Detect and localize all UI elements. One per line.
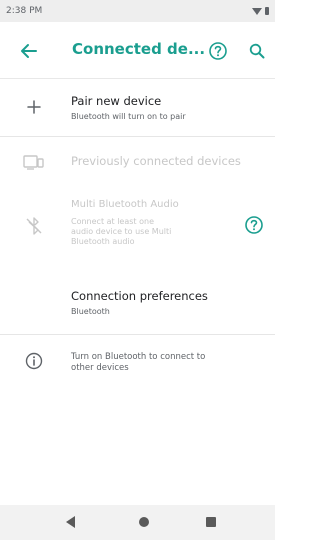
search-icon bbox=[249, 43, 265, 59]
multi-bluetooth-audio-subtitle-line-1: Connect at least one bbox=[71, 217, 154, 226]
help-icon bbox=[209, 42, 227, 60]
arrow-back-icon bbox=[21, 44, 37, 58]
multi-bluetooth-audio-subtitle-line-3: Bluetooth audio bbox=[71, 237, 135, 246]
multi-bluetooth-audio-item[interactable]: Multi Bluetooth Audio Connect at least o… bbox=[0, 188, 275, 266]
help-icon bbox=[245, 216, 263, 234]
pair-new-device-subtitle: Bluetooth will turn on to pair bbox=[71, 112, 186, 121]
connection-preferences-item[interactable]: Connection preferences Bluetooth bbox=[0, 267, 275, 333]
connection-preferences-title: Connection preferences bbox=[71, 289, 208, 303]
status-icons bbox=[252, 7, 269, 15]
plus-icon bbox=[22, 95, 46, 119]
info-icon bbox=[22, 349, 46, 373]
search-button[interactable] bbox=[247, 41, 267, 61]
previously-connected-devices-item[interactable]: Previously connected devices bbox=[0, 137, 275, 187]
app-bar: Connected de... bbox=[0, 22, 275, 79]
nav-recents-button[interactable] bbox=[206, 517, 216, 527]
pair-new-device-title: Pair new device bbox=[71, 94, 162, 108]
multi-bluetooth-audio-title: Multi Bluetooth Audio bbox=[71, 199, 179, 210]
bluetooth-info-line-2: other devices bbox=[71, 363, 129, 373]
connection-preferences-subtitle: Bluetooth bbox=[71, 307, 110, 316]
multi-bluetooth-audio-subtitle-line-2: audio device to use Multi bbox=[71, 227, 172, 236]
nav-back-button[interactable] bbox=[66, 516, 75, 528]
nav-home-button[interactable] bbox=[139, 517, 149, 527]
help-button[interactable] bbox=[208, 41, 228, 61]
status-bar: 2:38 PM bbox=[0, 0, 275, 22]
page-title: Connected de... bbox=[72, 40, 206, 58]
previously-connected-devices-title: Previously connected devices bbox=[71, 154, 241, 168]
bluetooth-info-row: Turn on Bluetooth to connect to other de… bbox=[0, 335, 275, 395]
bluetooth-info-line-1: Turn on Bluetooth to connect to bbox=[71, 352, 206, 362]
system-navigation-bar bbox=[0, 505, 275, 540]
bluetooth-off-icon bbox=[22, 214, 46, 238]
status-time: 2:38 PM bbox=[6, 6, 43, 16]
back-button[interactable] bbox=[18, 40, 40, 62]
battery-icon bbox=[265, 7, 269, 15]
multi-bluetooth-audio-help-button[interactable] bbox=[244, 215, 264, 235]
devices-icon bbox=[22, 150, 46, 174]
wifi-icon bbox=[252, 7, 262, 15]
pair-new-device-item[interactable]: Pair new device Bluetooth will turn on t… bbox=[0, 79, 275, 135]
